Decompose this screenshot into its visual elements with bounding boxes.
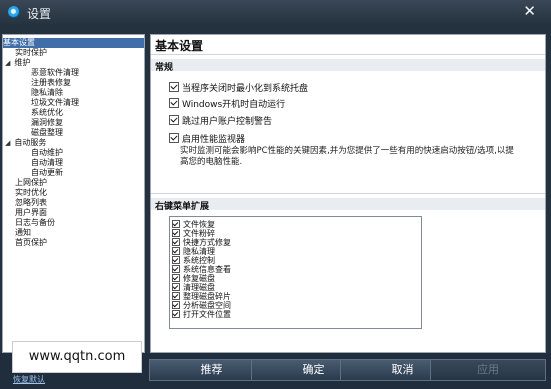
- nav-privacy-clean[interactable]: 隐私清除: [31, 88, 63, 98]
- nav-basic-settings[interactable]: 基本设置: [3, 38, 144, 48]
- checkbox-checked[interactable]: [172, 247, 180, 255]
- nav-maintenance[interactable]: ◢ 维护: [5, 58, 30, 68]
- nav-system-optimize[interactable]: 系统优化: [31, 108, 63, 118]
- nav-auto-maintain[interactable]: 自动维护: [31, 148, 63, 158]
- expand-triangle-icon[interactable]: ◢: [5, 59, 10, 67]
- performance-monitor-description: 实时监测可能会影响PC性能的关键因素,并为您提供了一些有用的快速启动按钮/选项,…: [180, 146, 514, 167]
- list-item[interactable]: 文件粉碎: [172, 229, 215, 238]
- nav-user-interface[interactable]: 用户界面: [15, 208, 47, 218]
- section-header-context-menu: 右键菜单扩展: [151, 198, 545, 212]
- window-title: 设置: [27, 7, 52, 21]
- nav-ignore-list[interactable]: 忽略列表: [15, 198, 47, 208]
- list-item[interactable]: 整理磁盘碎片: [172, 292, 231, 301]
- nav-registry-repair[interactable]: 注册表修复: [31, 78, 71, 88]
- nav-homepage-protection[interactable]: 首页保护: [15, 238, 47, 248]
- nav-auto-update[interactable]: 自动更新: [31, 168, 63, 178]
- list-item[interactable]: 系统信息查看: [172, 265, 231, 274]
- checkbox-checked[interactable]: [172, 256, 180, 264]
- app-logo-icon: [8, 6, 20, 18]
- context-menu-extension-list[interactable]: 文件恢复 文件粉碎 快捷方式修复 隐私清理 系统控制 系统信息查看 修复磁盘 清…: [169, 216, 422, 329]
- list-item[interactable]: 修复磁盘: [172, 274, 215, 283]
- expand-triangle-icon[interactable]: ◢: [5, 139, 10, 147]
- checkbox-checked[interactable]: [172, 310, 180, 318]
- checkbox-checked[interactable]: [172, 301, 180, 309]
- nav-log-backup[interactable]: 日志与备份: [15, 218, 55, 228]
- list-item[interactable]: 分析磁盘空间: [172, 301, 231, 310]
- nav-notifications[interactable]: 通知: [15, 228, 31, 238]
- nav-realtime-optimize[interactable]: 实时优化: [15, 188, 47, 198]
- apply-button[interactable]: 应用: [430, 359, 546, 381]
- settings-window: 设置 ✕ 基本设置 实时保护 ◢ 维护 恶意软件清理 注册表修复 隐私清除 垃圾文…: [0, 0, 551, 389]
- checkbox-checked[interactable]: [169, 98, 179, 108]
- divider: [151, 193, 545, 194]
- nav-malware-clean[interactable]: 恶意软件清理: [31, 68, 79, 78]
- checkbox-checked[interactable]: [172, 238, 180, 246]
- option-minimize-to-tray[interactable]: 当程序关闭时最小化到系统托盘: [169, 82, 308, 94]
- nav-auto-clean[interactable]: 自动清理: [31, 158, 63, 168]
- list-item[interactable]: 文件恢复: [172, 220, 215, 229]
- nav-disk-defrag[interactable]: 磁盘整理: [31, 128, 63, 138]
- checkbox-checked[interactable]: [172, 265, 180, 273]
- list-item[interactable]: 隐私清理: [172, 247, 215, 256]
- option-skip-uac-warning[interactable]: 跳过用户账户控制警告: [169, 115, 272, 127]
- checkbox-checked[interactable]: [172, 220, 180, 228]
- checkbox-checked[interactable]: [172, 229, 180, 237]
- nav-web-protection[interactable]: 上网保护: [15, 178, 47, 188]
- nav-vuln-fix[interactable]: 漏洞修复: [31, 118, 63, 128]
- title-bar: 设置 ✕: [0, 0, 551, 25]
- nav-auto-service[interactable]: ◢ 自动服务: [5, 138, 46, 148]
- list-item[interactable]: 系统控制: [172, 256, 215, 265]
- settings-content-panel: 基本设置 常规 当程序关闭时最小化到系统托盘 Windows开机时自动运行 跳过…: [150, 34, 546, 353]
- restore-defaults-link[interactable]: 恢复默认: [13, 374, 45, 385]
- list-item[interactable]: 快捷方式修复: [172, 238, 231, 247]
- checkbox-checked[interactable]: [169, 133, 179, 143]
- watermark-overlay: www.qqtn.com: [12, 341, 142, 373]
- option-performance-monitor[interactable]: 启用性能监视器: [169, 133, 245, 145]
- option-autostart-windows[interactable]: Windows开机时自动运行: [169, 98, 285, 110]
- checkbox-checked[interactable]: [169, 82, 179, 92]
- checkbox-checked[interactable]: [172, 274, 180, 282]
- checkbox-checked[interactable]: [169, 115, 179, 125]
- divider: [151, 54, 545, 55]
- nav-realtime-protection[interactable]: 实时保护: [15, 48, 47, 58]
- close-icon[interactable]: ✕: [523, 3, 536, 19]
- settings-nav-tree[interactable]: 基本设置 实时保护 ◢ 维护 恶意软件清理 注册表修复 隐私清除 垃圾文件清理 系…: [2, 34, 145, 353]
- checkbox-checked[interactable]: [172, 292, 180, 300]
- checkbox-checked[interactable]: [172, 283, 180, 291]
- nav-junk-clean[interactable]: 垃圾文件清理: [31, 98, 79, 108]
- list-item[interactable]: 打开文件位置: [172, 310, 231, 319]
- page-title: 基本设置: [155, 39, 204, 53]
- list-item[interactable]: 清理磁盘: [172, 283, 215, 292]
- section-header-general: 常规: [151, 59, 545, 73]
